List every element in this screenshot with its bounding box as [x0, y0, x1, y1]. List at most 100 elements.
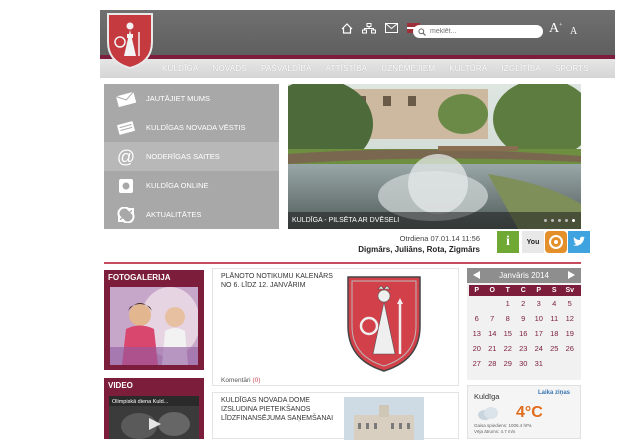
calendar-day[interactable]: 31 — [531, 359, 547, 368]
font-increase-button[interactable]: A+ — [549, 21, 563, 37]
nav-item[interactable]: SPORTS — [555, 64, 589, 73]
nav-item[interactable]: PAŠVALDĪBA — [261, 64, 312, 73]
hero-caption: KULDĪGA - PILSĒTA AR DVĒSELI — [292, 217, 400, 224]
nav-item[interactable]: KULDĪGA — [162, 64, 199, 73]
calendar-day[interactable]: 23 — [516, 344, 532, 353]
comment-count: (0) — [252, 377, 261, 384]
search-box — [413, 25, 543, 38]
calendar-day[interactable]: 25 — [547, 344, 563, 353]
hero-slideshow[interactable]: KULDĪGA - PILSĒTA AR DVĒSELI — [288, 84, 581, 229]
quick-links-menu: JAUTĀJIET MUMS KULDĪGAS NOVADA VĒSTIS @ … — [104, 84, 279, 229]
calendar-day[interactable]: 14 — [485, 329, 501, 338]
mail-icon — [114, 88, 138, 110]
info-button[interactable]: i — [497, 231, 519, 253]
menu-item-label: NODERĪGAS SAITES — [146, 152, 220, 161]
menu-item-label: KULDĪGAS NOVADA VĒSTIS — [146, 123, 246, 132]
news-image — [344, 397, 424, 440]
photo-gallery-image[interactable] — [110, 287, 198, 365]
main-nav: KULDĪGA NOVADS PAŠVALDĪBA ATTĪSTĪBA UZŅĒMĒJI… — [100, 59, 615, 78]
nav-item[interactable]: NOVADS — [213, 64, 247, 73]
calendar-day[interactable]: 20 — [469, 344, 485, 353]
calendar-day[interactable]: 29 — [500, 359, 516, 368]
font-decrease-button[interactable]: A — [570, 26, 577, 37]
weather-widget[interactable]: Kuldīga Laika ziņas 4°C Gaisa spiediens:… — [467, 385, 581, 439]
calendar-week: 13 14 15 16 17 18 19 — [469, 326, 581, 341]
mail-icon[interactable] — [384, 22, 398, 34]
calendar-day[interactable]: 21 — [485, 344, 501, 353]
utility-icons — [340, 22, 420, 34]
menu-item-kuldiga-online[interactable]: KULDĪGA ONLINE — [104, 171, 279, 200]
news-item[interactable]: PLĀNOTO NOTIKUMU KALENĀRS NO 6. LĪDZ 12.… — [212, 268, 459, 386]
nav-item[interactable]: IZGLĪTĪBA — [501, 64, 541, 73]
video-widget[interactable]: VIDEO Olimpiskā diena Kuld... — [104, 378, 204, 439]
calendar-week: 27 28 29 30 31 — [469, 356, 581, 371]
twitter-icon — [573, 236, 586, 246]
video-thumbnail[interactable]: Olimpiskā diena Kuld... — [109, 396, 199, 439]
weather-city: Kuldīga — [474, 392, 500, 401]
rss-button[interactable] — [545, 231, 567, 253]
photo-gallery-widget[interactable]: FOTOGALERIJA — [104, 270, 204, 370]
menu-item-ask-us[interactable]: JAUTĀJIET MUMS — [104, 84, 279, 113]
calendar-day[interactable]: 18 — [547, 329, 563, 338]
twitter-button[interactable] — [568, 231, 590, 253]
calendar-day[interactable]: 13 — [469, 329, 485, 338]
menu-item-newsletter[interactable]: KULDĪGAS NOVADA VĒSTIS — [104, 113, 279, 142]
menu-item-news[interactable]: AKTUALITĀTES — [104, 200, 279, 229]
calendar-day[interactable]: 11 — [547, 314, 563, 323]
calendar-day[interactable]: 26 — [562, 344, 578, 353]
calendar-day[interactable]: 28 — [485, 359, 501, 368]
calendar-day[interactable]: 15 — [500, 329, 516, 338]
news-comments-link[interactable]: Komentāri (0) — [221, 377, 260, 384]
calendar-week: 1 2 3 4 5 — [469, 296, 581, 311]
video-title: VIDEO — [108, 381, 133, 390]
coat-of-arms-logo[interactable] — [106, 12, 154, 70]
calendar-day[interactable]: 7 — [485, 314, 501, 323]
sitemap-icon[interactable] — [362, 22, 376, 34]
camera-icon — [114, 175, 138, 197]
youtube-button[interactable]: You — [522, 231, 544, 253]
hero-image — [288, 84, 581, 229]
calendar-day[interactable]: 6 — [469, 314, 485, 323]
youtube-icon: You — [526, 238, 540, 246]
search-input[interactable] — [430, 28, 530, 35]
calendar-day[interactable]: 2 — [516, 299, 532, 308]
calendar-header: Janvāris 2014 — [467, 268, 581, 283]
calendar-day[interactable]: 30 — [516, 359, 532, 368]
calendar-day[interactable]: 12 — [562, 314, 578, 323]
prev-month-icon[interactable] — [473, 270, 480, 281]
next-month-icon[interactable] — [568, 270, 575, 281]
search-icon[interactable] — [418, 27, 426, 36]
news-item[interactable]: KULDĪGAS NOVADA DOME IZSLUDINA PIETEIKŠA… — [212, 392, 459, 440]
calendar-day[interactable]: 19 — [562, 329, 578, 338]
menu-item-useful-links[interactable]: @ NODERĪGAS SAITES — [104, 142, 279, 171]
calendar-day[interactable]: 27 — [469, 359, 485, 368]
slide-dots[interactable] — [540, 217, 575, 224]
calendar-week: 6 7 8 9 10 11 12 — [469, 311, 581, 326]
calendar-day[interactable]: 4 — [547, 299, 563, 308]
calendar-day[interactable]: 5 — [562, 299, 578, 308]
calendar-day[interactable]: 16 — [516, 329, 532, 338]
nav-item[interactable]: ATTĪSTĪBA — [326, 64, 368, 73]
weather-pressure: Gaisa spiediens: 1006.4 hPa — [474, 423, 532, 428]
calendar-day[interactable]: 3 — [531, 299, 547, 308]
nav-item[interactable]: UZŅĒMĒJIEM — [381, 64, 435, 73]
news-title[interactable]: PLĀNOTO NOTIKUMU KALENĀRS NO 6. LĪDZ 12.… — [221, 272, 341, 290]
home-icon[interactable] — [340, 22, 354, 34]
calendar-day[interactable]: 1 — [500, 299, 516, 308]
calendar-day[interactable]: 24 — [531, 344, 547, 353]
at-icon: @ — [116, 146, 136, 167]
calendar-day[interactable]: 10 — [531, 314, 547, 323]
calendar-day[interactable]: 8 — [500, 314, 516, 323]
calendar-month: Janvāris 2014 — [499, 271, 549, 280]
section-divider — [104, 262, 581, 264]
date-time: Otrdiena 07.01.14 11:56 — [399, 234, 480, 243]
calendar-day[interactable]: 22 — [500, 344, 516, 353]
calendar-grid: P O T C P S Sv 1 2 3 4 5 6 7 8 9 10 11 1… — [469, 285, 581, 371]
calendar-day[interactable]: 9 — [516, 314, 532, 323]
arrows-icon — [114, 204, 138, 226]
weather-provider-logo[interactable]: Laika ziņas — [538, 390, 570, 396]
calendar-widget: Janvāris 2014 P O T C P S Sv 1 2 3 4 5 6… — [467, 268, 581, 380]
calendar-day[interactable]: 17 — [531, 329, 547, 338]
news-title[interactable]: KULDĪGAS NOVADA DOME IZSLUDINA PIETEIKŠA… — [221, 396, 341, 423]
nav-item[interactable]: KULTŪRA — [449, 64, 487, 73]
